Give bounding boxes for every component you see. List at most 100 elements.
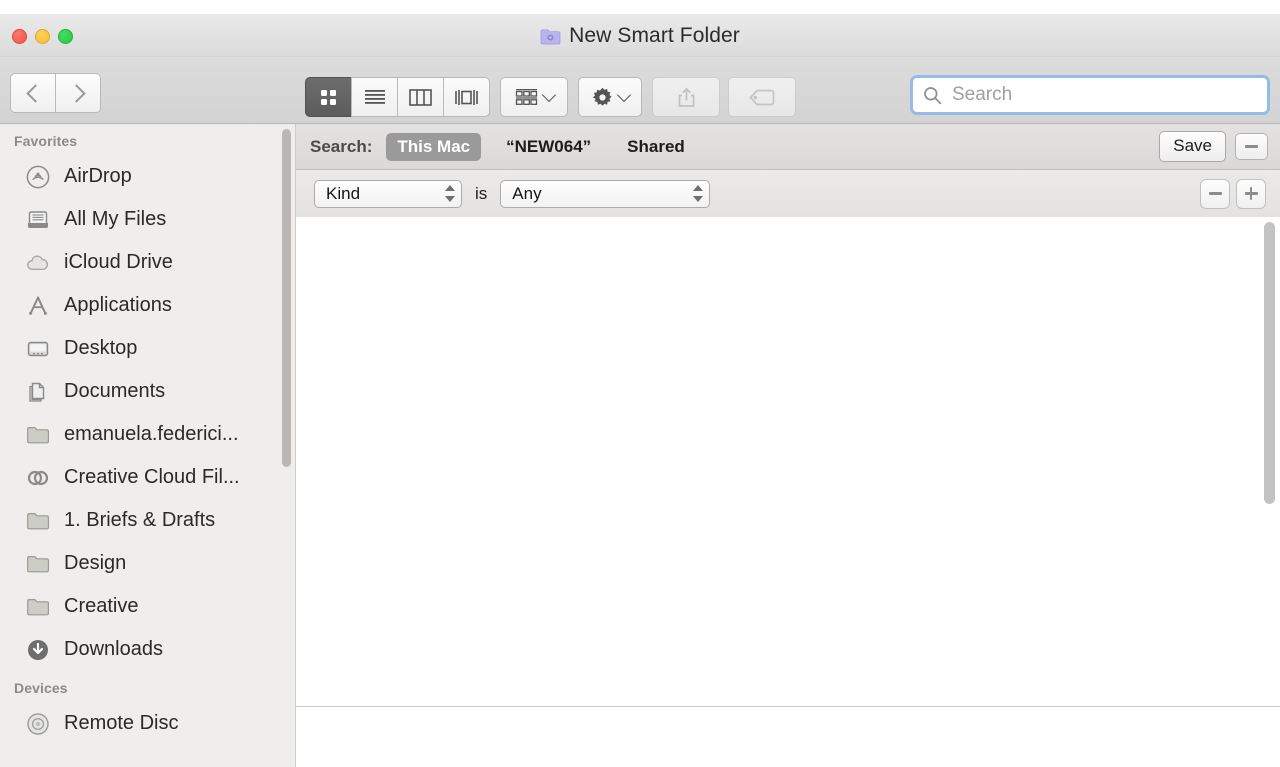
tag-icon <box>749 89 775 105</box>
search-scope-volume[interactable]: “NEW064” <box>495 133 602 161</box>
sidebar-item-label: Documents <box>64 380 166 402</box>
share-icon <box>678 87 694 107</box>
window-body: Favorites AirDrop All My Files iCloud Dr… <box>0 124 1280 767</box>
zoom-window-button[interactable] <box>58 29 73 44</box>
sidebar-item-1-briefs-and-drafts[interactable]: 1. Briefs & Drafts <box>0 499 295 542</box>
results-scrollbar[interactable] <box>1264 222 1275 504</box>
search-input[interactable] <box>950 83 1254 107</box>
add-criteria-button[interactable] <box>1236 178 1266 209</box>
sidebar-item-label: AirDrop <box>64 165 132 187</box>
criteria-value-popup[interactable]: Any <box>500 179 711 208</box>
window-toolbar <box>0 57 1280 124</box>
sidebar-item-design[interactable]: Design <box>0 542 295 585</box>
criteria-operator: is <box>475 183 488 203</box>
sidebar-item-airdrop[interactable]: AirDrop <box>0 155 295 198</box>
sidebar-item-downloads[interactable]: Downloads <box>0 628 295 671</box>
search-scope-bar: Search: This Mac “NEW064” Shared Save <box>296 124 1280 170</box>
back-button[interactable] <box>10 73 55 113</box>
chevron-down-icon <box>616 87 631 103</box>
sidebar-item-desktop[interactable]: Desktop <box>0 327 295 370</box>
search-scope-this-mac[interactable]: This Mac <box>386 132 482 161</box>
sidebar-item-label: Applications <box>64 294 172 316</box>
applications-icon <box>25 293 51 319</box>
sidebar-scrollbar[interactable] <box>282 129 291 467</box>
sidebar-item-documents[interactable]: Documents <box>0 370 295 413</box>
minus-icon <box>1245 145 1258 148</box>
search-scope-actions: Save <box>1159 131 1268 162</box>
sidebar-section-favorites-header: Favorites <box>14 133 78 149</box>
search-icon <box>924 86 942 104</box>
minus-icon <box>1208 192 1222 195</box>
sidebar-item-label: iCloud Drive <box>64 251 173 273</box>
finder-window: New Smart Folder Search Favorites AirDro… <box>0 14 1280 767</box>
sidebar-item-applications[interactable]: Applications <box>0 284 295 327</box>
search-scope-label: Search: <box>310 136 373 156</box>
criteria-attribute-value: Kind <box>326 183 361 203</box>
sidebar-item-emanuela-federici[interactable]: emanuela.federici... <box>0 413 295 456</box>
sidebar-item-label: Remote Disc <box>64 712 179 734</box>
stepper-icon <box>444 185 455 202</box>
folder-icon <box>25 551 51 577</box>
search-results-area[interactable] <box>296 217 1280 707</box>
all-my-files-icon <box>25 207 51 233</box>
sidebar-item-creative-cloud-files[interactable]: Creative Cloud Fil... <box>0 456 295 499</box>
sidebar-item-label: All My Files <box>64 208 167 230</box>
desktop-icon <box>25 336 51 362</box>
sidebar-item-label: Design <box>64 552 127 574</box>
criteria-row-actions <box>1200 178 1266 209</box>
sidebar-item-remote-disc[interactable]: Remote Disc <box>0 702 295 745</box>
sidebar-item-label: Creative <box>64 595 139 617</box>
search-field[interactable] <box>910 75 1270 115</box>
forward-button[interactable] <box>55 73 101 113</box>
search-scope-shared[interactable]: Shared <box>616 133 696 161</box>
sidebar-item-label: Creative Cloud Fil... <box>64 466 240 488</box>
folder-icon <box>25 422 51 448</box>
airdrop-icon <box>25 164 51 190</box>
arrange-button[interactable] <box>500 77 568 117</box>
window-title-group: New Smart Folder <box>0 24 1280 48</box>
chevron-down-icon <box>541 87 556 103</box>
view-mode-buttons <box>305 77 490 117</box>
status-bar <box>296 708 1280 767</box>
documents-icon <box>25 379 51 405</box>
sidebar-item-label: Downloads <box>64 638 163 660</box>
close-search-button[interactable] <box>1235 133 1268 160</box>
main-pane: Search: This Mac “NEW064” Shared Save Ki… <box>296 124 1280 767</box>
close-window-button[interactable] <box>12 29 27 44</box>
save-button[interactable]: Save <box>1159 131 1226 162</box>
icloud-icon <box>25 250 51 276</box>
criteria-row: Kind is Any <box>296 170 1280 218</box>
sidebar-item-label: emanuela.federici... <box>64 423 239 445</box>
gear-icon <box>592 87 611 106</box>
sidebar-item-label: 1. Briefs & Drafts <box>64 509 216 531</box>
remove-criteria-button[interactable] <box>1200 178 1230 209</box>
sidebar-item-icloud-drive[interactable]: iCloud Drive <box>0 241 295 284</box>
plus-icon-v <box>1249 187 1253 200</box>
tag-button[interactable] <box>728 77 796 117</box>
minimize-window-button[interactable] <box>35 29 50 44</box>
navigation-buttons <box>10 73 101 113</box>
chevron-right-icon <box>66 83 86 103</box>
chevron-left-icon <box>25 83 45 103</box>
sidebar-item-label: Desktop <box>64 337 138 359</box>
action-menu-button[interactable] <box>578 77 642 117</box>
column-view-button[interactable] <box>397 77 443 117</box>
sidebar-section-devices-header: Devices <box>14 680 68 696</box>
window-titlebar: New Smart Folder <box>0 14 1280 57</box>
criteria-attribute-popup[interactable]: Kind <box>314 179 462 208</box>
sidebar: Favorites AirDrop All My Files iCloud Dr… <box>0 124 296 767</box>
downloads-icon <box>25 637 51 663</box>
share-button[interactable] <box>652 77 720 117</box>
folder-icon <box>25 594 51 620</box>
coverflow-view-button[interactable] <box>443 77 490 117</box>
sidebar-item-creative[interactable]: Creative <box>0 585 295 628</box>
page-title: New Smart Folder <box>569 24 740 47</box>
list-view-button[interactable] <box>351 77 397 117</box>
creative-cloud-icon <box>25 465 51 491</box>
sidebar-item-all-my-files[interactable]: All My Files <box>0 198 295 241</box>
folder-icon <box>25 508 51 534</box>
stepper-icon <box>692 185 703 202</box>
icon-view-button[interactable] <box>305 77 351 117</box>
criteria-value-value: Any <box>512 183 542 203</box>
traffic-lights <box>12 29 73 44</box>
